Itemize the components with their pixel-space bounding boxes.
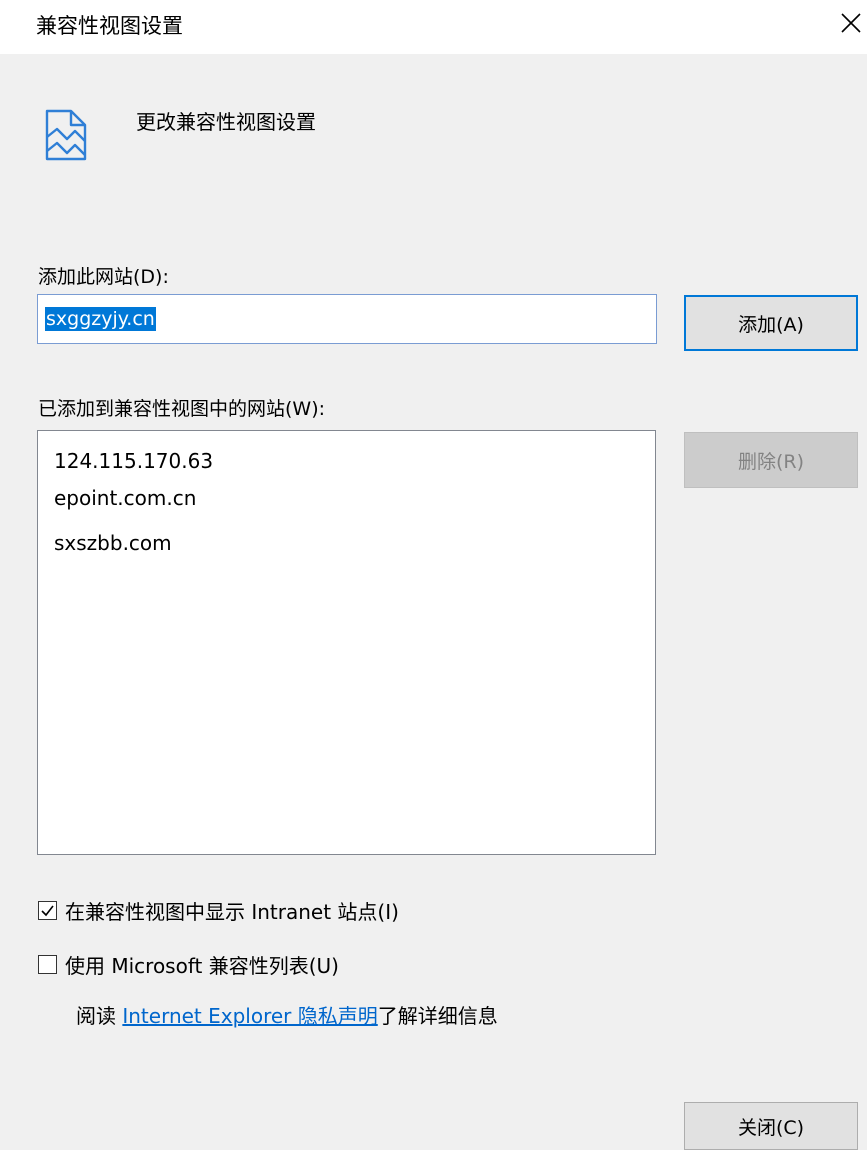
- privacy-suffix: 了解详细信息: [377, 1004, 498, 1028]
- ms-list-checkbox[interactable]: [38, 955, 57, 974]
- compat-view-icon: [45, 109, 87, 161]
- intranet-label: 在兼容性视图中显示 Intranet 站点(I): [65, 900, 399, 924]
- title-bar: 兼容性视图设置: [0, 0, 867, 54]
- close-icon[interactable]: [836, 8, 866, 38]
- intranet-checkbox[interactable]: [38, 901, 57, 920]
- site-list[interactable]: 124.115.170.63 epoint.com.cn sxszbb.com: [37, 430, 656, 855]
- window-title: 兼容性视图设置: [36, 14, 183, 38]
- list-item[interactable]: epoint.com.cn: [54, 484, 196, 512]
- ms-list-option[interactable]: 使用 Microsoft 兼容性列表(U): [38, 950, 339, 979]
- checkmark-icon: [41, 905, 54, 917]
- header-text: 更改兼容性视图设置: [136, 110, 316, 134]
- intranet-option[interactable]: 在兼容性视图中显示 Intranet 站点(I): [38, 896, 399, 925]
- list-item[interactable]: 124.115.170.63: [54, 447, 213, 475]
- list-item[interactable]: sxszbb.com: [54, 529, 172, 557]
- close-button[interactable]: 关闭(C): [684, 1102, 858, 1150]
- ms-list-label: 使用 Microsoft 兼容性列表(U): [65, 954, 339, 978]
- site-input-value[interactable]: sxggzyjy.cn: [45, 307, 156, 331]
- site-input[interactable]: sxggzyjy.cn: [37, 294, 657, 344]
- privacy-text: 阅读 Internet Explorer 隐私声明了解详细信息: [76, 1000, 498, 1029]
- site-list-label: 已添加到兼容性视图中的网站(W):: [38, 398, 326, 420]
- privacy-prefix: 阅读: [76, 1004, 123, 1028]
- remove-button[interactable]: 删除(R): [684, 432, 858, 488]
- add-site-label: 添加此网站(D):: [38, 266, 169, 288]
- privacy-link[interactable]: Internet Explorer 隐私声明: [122, 1004, 377, 1028]
- add-button[interactable]: 添加(A): [684, 295, 858, 351]
